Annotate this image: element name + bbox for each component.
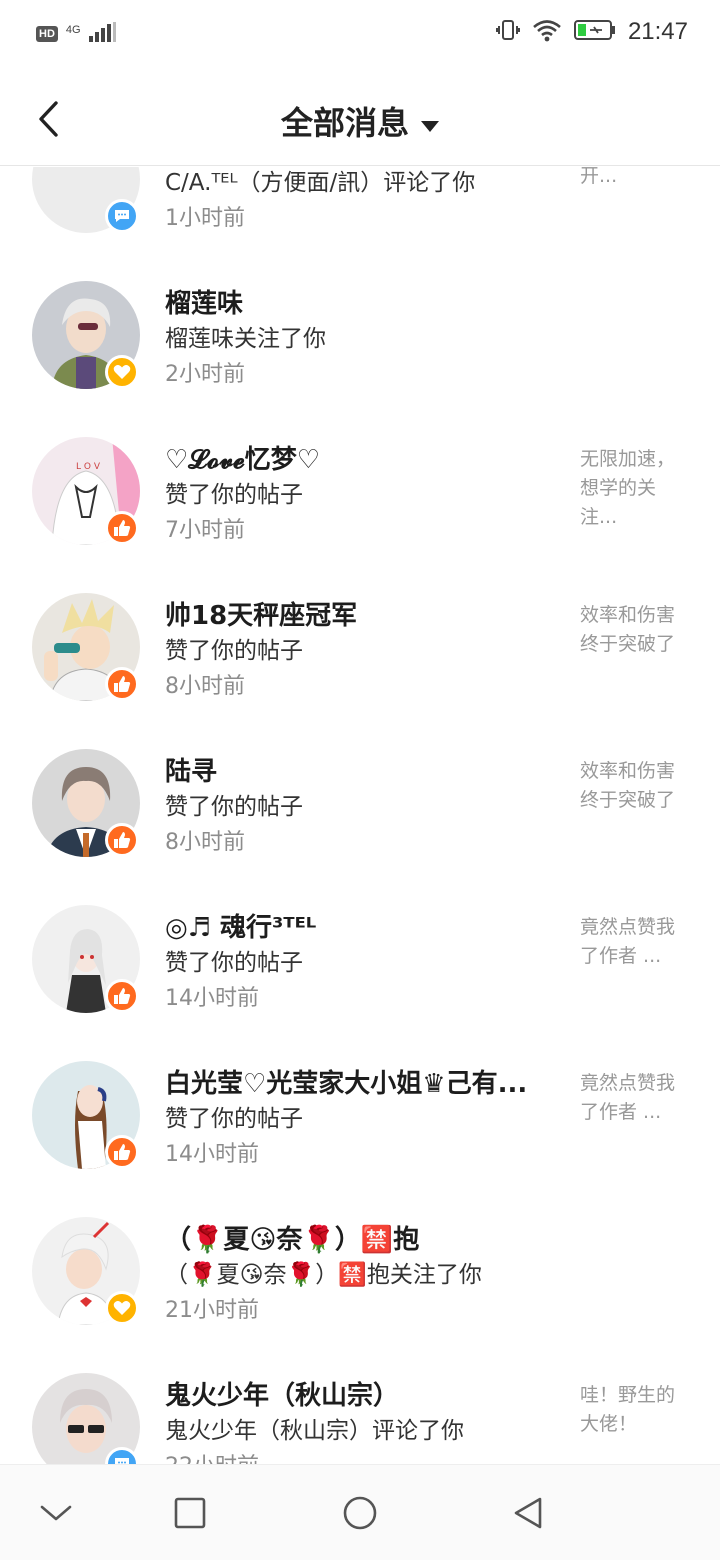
message-item[interactable]: 帅18天秤座冠军 赞了你的帖子 8小时前 效率和伤害终于突破了 [0,593,720,749]
like-badge [105,511,139,545]
status-left: HD 4G [36,22,117,46]
nav-back-icon [514,1497,542,1529]
sender-name[interactable]: ♡𝓛𝓸𝓿𝓮忆梦♡ [165,443,555,477]
message-action: 赞了你的帖子 [165,794,303,820]
nav-home-icon [343,1496,377,1530]
sender-name[interactable]: ◎♬ 魂行³ᵀᴱᴸ [165,911,555,945]
caret-down-icon [421,121,439,132]
wifi-icon [532,18,562,46]
message-action: 赞了你的帖子 [165,482,303,508]
message-time: 2小时前 [165,362,245,387]
message-time: 22小时前 [165,1449,555,1464]
nav-collapse-button[interactable] [32,1489,80,1537]
clock: 21:47 [627,18,688,45]
message-list-inner: C/A.ᵀᴱᴸ（方便面/訊）评论了你 1小时前 捷方式已开... [0,167,720,1464]
message-list[interactable]: C/A.ᵀᴱᴸ（方便面/訊）评论了你 1小时前 捷方式已开... [0,167,720,1464]
message-item[interactable]: 鬼火少年（秋山宗） 鬼火少年（秋山宗）评论了你 22小时前 哇！野生的大佬！ [0,1373,720,1464]
hd-badge: HD [36,26,58,42]
thumbs-up-icon [114,832,131,848]
message-action: C/A.ᵀᴱᴸ（方便面/訊）评论了你 [165,170,476,196]
message-texts: （🌹夏😘奈🌹）🈲抱 （🌹夏😘奈🌹）🈲抱关注了你 21小时前 [165,1223,555,1329]
vibrate-icon [495,18,520,46]
nav-home-button[interactable] [336,1489,384,1537]
message-texts: 帅18天秤座冠军 赞了你的帖子 8小时前 [165,599,555,705]
message-texts: ♡𝓛𝓸𝓿𝓮忆梦♡ 赞了你的帖子 7小时前 [165,443,555,549]
nav-recents-icon [174,1497,206,1529]
message-item[interactable]: ◎♬ 魂行³ᵀᴱᴸ 赞了你的帖子 14小时前 竟然点赞我了作者 ... [0,905,720,1061]
post-preview[interactable]: 效率和伤害终于突破了 [580,757,692,815]
message-texts: 榴莲味 榴莲味关注了你 2小时前 [165,287,555,393]
post-preview[interactable]: 捷方式已开... [580,167,692,191]
nav-back-button[interactable] [504,1489,552,1537]
message-item[interactable]: 陆寻 赞了你的帖子 8小时前 效率和伤害终于突破了 [0,749,720,905]
message-item[interactable]: 白光莹♡光莹家大小姐♛己有... 赞了你的帖子 14小时前 竟然点赞我了作者 .… [0,1061,720,1217]
post-preview[interactable]: 哇！野生的大佬！ [580,1381,692,1439]
message-action: 榴莲味关注了你 [165,326,326,352]
page-title: 全部消息 [280,104,409,142]
post-preview[interactable]: 效率和伤害终于突破了 [580,601,692,659]
message-texts: 鬼火少年（秋山宗） 鬼火少年（秋山宗）评论了你 22小时前 [165,1379,555,1464]
message-action: 赞了你的帖子 [165,1106,303,1132]
like-badge [105,1135,139,1169]
message-texts: ◎♬ 魂行³ᵀᴱᴸ 赞了你的帖子 14小时前 [165,911,555,1017]
thumbs-up-icon [114,520,131,536]
message-time: 14小时前 [165,986,259,1011]
svg-text:L O V: L O V [76,462,101,472]
message-item[interactable]: L O V ♡𝓛𝓸𝓿𝓮忆梦♡ 赞了你的帖子 7小时前 无限加速，想学的关注... [0,437,720,593]
network-label: 4G [65,24,81,36]
post-preview[interactable]: 竟然点赞我了作者 ... [580,1069,692,1127]
nav-recents-button[interactable] [166,1489,214,1537]
message-time: 8小时前 [165,830,245,855]
message-item[interactable]: （🌹夏😘奈🌹）🈲抱 （🌹夏😘奈🌹）🈲抱关注了你 21小时前 [0,1217,720,1373]
thumbs-up-icon [114,988,131,1004]
message-time: 21小时前 [165,1298,259,1323]
message-item[interactable]: 榴莲味 榴莲味关注了你 2小时前 [0,281,720,437]
sender-name[interactable]: 帅18天秤座冠军 [165,599,555,633]
message-time: 14小时前 [165,1142,259,1167]
post-preview[interactable]: 竟然点赞我了作者 ... [580,913,692,971]
navigation-bar [0,1464,720,1560]
message-time: 8小时前 [165,674,245,699]
status-bar: HD 4G 21:47 [0,0,720,72]
comment-icon [115,210,129,222]
message-texts: 白光莹♡光莹家大小姐♛己有... 赞了你的帖子 14小时前 [165,1067,555,1173]
nav-collapse-icon [40,1505,72,1521]
follow-badge [105,1291,139,1325]
message-time: 1小时前 [165,206,245,231]
like-badge [105,823,139,857]
message-action: （🌹夏😘奈🌹）🈲抱关注了你 [165,1262,482,1288]
message-action: 赞了你的帖子 [165,950,303,976]
like-badge [105,979,139,1013]
status-right: 21:47 [495,18,688,46]
sender-name[interactable]: 鬼火少年（秋山宗） [165,1379,555,1413]
follow-badge [105,355,139,389]
message-item[interactable]: C/A.ᵀᴱᴸ（方便面/訊）评论了你 1小时前 捷方式已开... [0,167,720,281]
message-texts: 陆寻 赞了你的帖子 8小时前 [165,755,555,861]
signal-icon [88,22,117,46]
like-badge [105,667,139,701]
sender-name[interactable]: 白光莹♡光莹家大小姐♛己有... [165,1067,555,1101]
heart-icon [113,365,131,379]
title-dropdown[interactable]: 全部消息 [0,98,720,144]
comment-icon [115,1458,129,1464]
thumbs-up-icon [114,1144,131,1160]
sender-name[interactable]: （🌹夏😘奈🌹）🈲抱 [165,1223,555,1257]
message-action: 鬼火少年（秋山宗）评论了你 [165,1418,464,1444]
thumbs-up-icon [114,676,131,692]
message-texts: C/A.ᵀᴱᴸ（方便面/訊）评论了你 1小时前 [165,167,555,237]
sender-name[interactable]: 榴莲味 [165,287,555,321]
message-time: 7小时前 [165,518,245,543]
message-action: 赞了你的帖子 [165,638,303,664]
battery-charging-icon [573,19,616,45]
post-preview[interactable]: 无限加速，想学的关注... [580,445,692,532]
header: 全部消息 [0,72,720,166]
sender-name[interactable]: 陆寻 [165,755,555,789]
comment-badge [105,199,139,233]
heart-icon [113,1301,131,1315]
